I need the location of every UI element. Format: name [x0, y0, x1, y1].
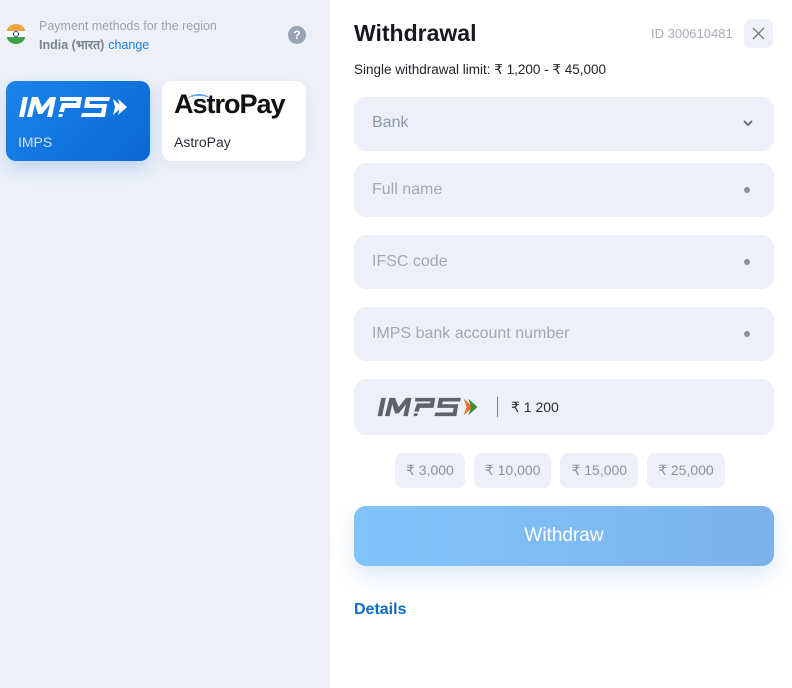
amount-value: ₹ 1 200 — [511, 399, 559, 415]
account-number-input[interactable] — [354, 307, 774, 361]
transaction-id: ID 300610481 — [651, 26, 733, 41]
details-link[interactable]: Details — [354, 601, 406, 619]
required-indicator-icon — [744, 187, 750, 193]
required-indicator-icon — [744, 331, 750, 337]
payment-method-imps[interactable]: IMPS — [6, 81, 150, 161]
astropay-logo-icon: AstroPay — [174, 89, 286, 119]
quick-amount-button[interactable]: ₹ 15,000 — [560, 453, 639, 488]
withdraw-button[interactable]: Withdraw — [354, 506, 774, 566]
withdrawal-screen: Payment methods for the region India (भा… — [0, 0, 792, 688]
region-selector: Payment methods for the region India (भा… — [6, 18, 316, 54]
quick-amount-button[interactable]: ₹ 10,000 — [473, 453, 552, 488]
method-label: AstroPay — [174, 134, 231, 150]
divider — [497, 397, 498, 417]
chevron-down-icon — [743, 120, 753, 127]
payment-methods-panel: Payment methods for the region India (भा… — [0, 0, 330, 688]
imps-logo-icon — [377, 397, 478, 417]
method-label: IMPS — [18, 134, 53, 150]
region-country: India (भारत) change — [39, 36, 149, 53]
bank-select[interactable]: Bank — [354, 97, 774, 151]
bank-select-placeholder: Bank — [372, 114, 409, 131]
ifsc-field-wrapper — [354, 235, 774, 289]
close-icon — [752, 27, 765, 40]
change-region-link[interactable]: change — [108, 38, 149, 52]
withdrawal-limit: Single withdrawal limit: ₹ 1,200 - ₹ 45,… — [354, 62, 607, 77]
withdrawal-form: Withdrawal ID 300610481 Single withdrawa… — [330, 0, 792, 688]
payment-method-list: IMPS AstroPay AstroPay — [6, 81, 306, 161]
full-name-input[interactable] — [354, 163, 774, 217]
india-flag-icon — [6, 24, 26, 44]
amount-input[interactable]: ₹ 1 200 — [354, 379, 774, 435]
quick-amounts: ₹ 3,000 ₹ 10,000 ₹ 15,000 ₹ 25,000 — [395, 453, 725, 488]
ifsc-code-input[interactable] — [354, 235, 774, 289]
imps-logo-icon — [19, 97, 127, 117]
payment-method-astropay[interactable]: AstroPay AstroPay — [162, 81, 306, 161]
help-icon[interactable]: ? — [288, 26, 306, 44]
quick-amount-button[interactable]: ₹ 25,000 — [647, 453, 725, 488]
region-label: Payment methods for the region — [39, 19, 217, 33]
page-title: Withdrawal — [354, 20, 477, 46]
close-button[interactable] — [744, 19, 773, 48]
account-number-field-wrapper — [354, 307, 774, 361]
region-country-name: India (भारत) — [39, 38, 105, 52]
required-indicator-icon — [744, 259, 750, 265]
quick-amount-button[interactable]: ₹ 3,000 — [395, 453, 465, 488]
full-name-field-wrapper — [354, 163, 774, 217]
